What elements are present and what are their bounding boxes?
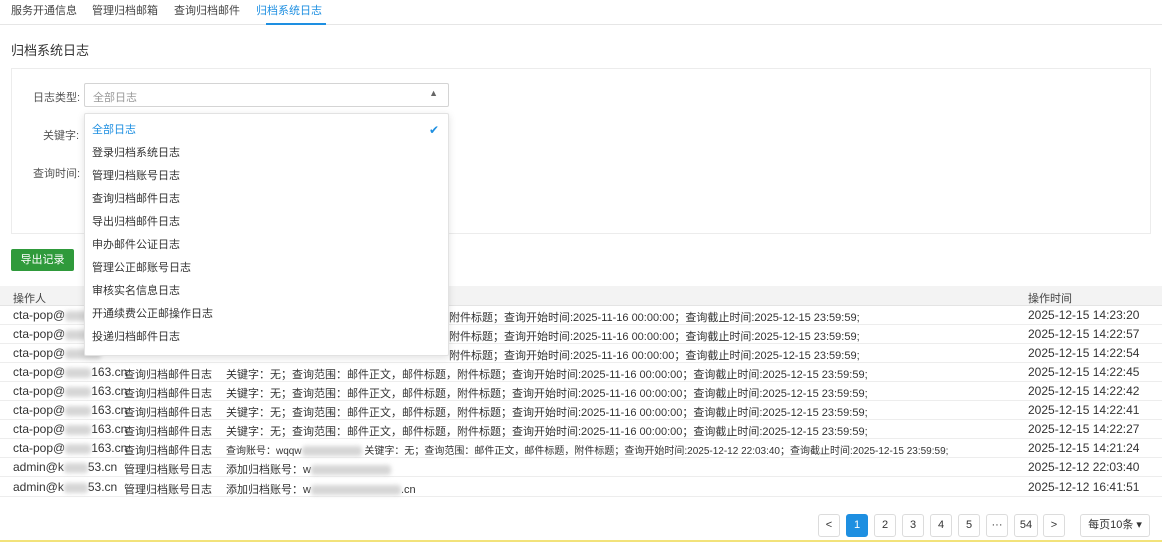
dropdown-option[interactable]: 申办邮件公证日志 bbox=[85, 234, 448, 257]
keyword-label: 关键字: bbox=[43, 130, 80, 142]
dropdown-option[interactable]: 审核实名信息日志 bbox=[85, 280, 448, 303]
page-button-3[interactable]: 3 bbox=[902, 514, 924, 537]
tab-bar: 服务开通信息 管理归档邮箱 查询归档邮件 归档系统日志 bbox=[0, 0, 1162, 25]
active-tab-indicator bbox=[266, 23, 326, 25]
page-button-1[interactable]: 1 bbox=[846, 514, 868, 537]
table-row: admin@k 53.cn 管理归档账号日志 添加归档账号：w .cn 2025-1… bbox=[0, 478, 1162, 497]
tab-service-info[interactable]: 服务开通信息 bbox=[11, 2, 77, 18]
next-page-button[interactable]: > bbox=[1043, 514, 1065, 537]
table-row: cta-pop@ 163.cn 查询归档邮件日志 关键字：无；查询范围：邮件正文，… bbox=[0, 401, 1162, 420]
table-row: cta-pop@ 163.cn 查询归档邮件日志 关键字：无；查询范围：邮件正文，… bbox=[0, 363, 1162, 382]
tab-manage-archive-mailbox[interactable]: 管理归档邮箱 bbox=[92, 2, 158, 18]
query-time-label: 查询时间: bbox=[33, 168, 81, 180]
dropdown-option[interactable]: 导出归档邮件日志 bbox=[85, 211, 448, 234]
column-header-time: 操作时间 bbox=[1028, 293, 1072, 305]
page-button-5[interactable]: 5 bbox=[958, 514, 980, 537]
export-records-button[interactable]: 导出记录 bbox=[11, 249, 74, 271]
table-row: cta-pop@ 163.cn 查询归档邮件日志 查询账号：wqqw 关键字：无；… bbox=[0, 439, 1162, 458]
dropdown-option[interactable]: 管理归档账号日志 bbox=[85, 165, 448, 188]
log-type-select-value: 全部日志 bbox=[93, 92, 137, 104]
dropdown-option[interactable]: 登录归档系统日志 bbox=[85, 142, 448, 165]
table-row: cta-pop@ 163.cn 查询归档邮件日志 关键字：无；查询范围：邮件正文，… bbox=[0, 420, 1162, 439]
chevron-up-icon: ▲ bbox=[429, 88, 438, 98]
dropdown-option[interactable]: 查询归档邮件日志 bbox=[85, 188, 448, 211]
log-type-dropdown: 全部日志 ✔ 登录归档系统日志 管理归档账号日志 查询归档邮件日志 导出归档邮件… bbox=[84, 113, 449, 356]
checkmark-icon: ✔ bbox=[428, 123, 439, 137]
page-size-select[interactable]: 每页10条 ▾ bbox=[1080, 514, 1150, 537]
log-type-label: 日志类型: bbox=[33, 92, 81, 104]
log-type-select[interactable]: 全部日志 ▲ bbox=[84, 83, 449, 107]
page-ellipsis[interactable]: ··· bbox=[986, 514, 1008, 537]
prev-page-button[interactable]: < bbox=[818, 514, 840, 537]
dropdown-option[interactable]: 管理公正邮账号日志 bbox=[85, 257, 448, 280]
dropdown-option-all-logs[interactable]: 全部日志 ✔ bbox=[85, 119, 448, 142]
table-row: cta-pop@ 163.cn 查询归档邮件日志 关键字：无；查询范围：邮件正文，… bbox=[0, 382, 1162, 401]
column-header-operator: 操作人 bbox=[13, 293, 46, 305]
page-title: 归档系统日志 bbox=[11, 43, 90, 58]
table-row: admin@k 53.cn 管理归档账号日志 添加归档账号：w 2025-12-1… bbox=[0, 458, 1162, 477]
tab-archive-system-log[interactable]: 归档系统日志 bbox=[256, 2, 322, 18]
tab-query-archive-mail[interactable]: 查询归档邮件 bbox=[174, 2, 240, 18]
page-button-2[interactable]: 2 bbox=[874, 514, 896, 537]
page-button-last[interactable]: 54 bbox=[1014, 514, 1038, 537]
dropdown-option[interactable]: 投递归档邮件日志 bbox=[85, 326, 448, 349]
page-button-4[interactable]: 4 bbox=[930, 514, 952, 537]
dropdown-option[interactable]: 开通续费公正邮操作日志 bbox=[85, 303, 448, 326]
